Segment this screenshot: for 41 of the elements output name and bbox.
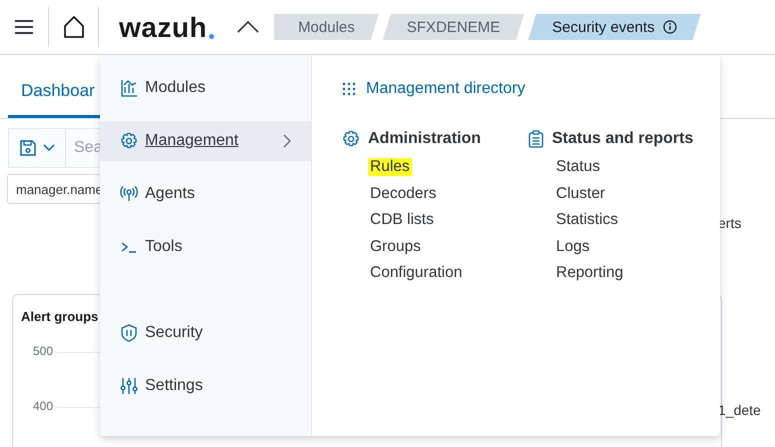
menu-link[interactable]: Logs (554, 238, 592, 256)
caret-up-icon[interactable] (237, 21, 260, 33)
grid-dots-icon (342, 82, 356, 96)
chevron-down-icon[interactable] (43, 144, 55, 152)
info-icon (662, 20, 677, 34)
menu-link[interactable]: Status (554, 158, 602, 176)
gear-icon (342, 130, 360, 148)
menu-item[interactable]: Agents (100, 174, 311, 214)
menu-item[interactable]: Management (100, 121, 311, 161)
menu-link[interactable]: Decoders (368, 184, 438, 203)
axis-tick-label: 400 (32, 399, 53, 413)
breadcrumb[interactable]: Modules (274, 14, 379, 40)
menu-link[interactable]: Reporting (554, 264, 626, 282)
menu-link[interactable]: Configuration (368, 264, 464, 282)
antenna-icon (120, 185, 138, 203)
menu-link[interactable]: Statistics (554, 211, 620, 230)
menu-link[interactable]: Rules (368, 158, 412, 176)
panel-title: Alert groups (21, 309, 100, 324)
clipboard-icon (528, 130, 544, 148)
menu-item[interactable]: Settings (100, 366, 311, 406)
menu-link[interactable]: Groups (368, 238, 423, 256)
chevron-right-icon (283, 134, 291, 148)
chart-icon (120, 79, 138, 97)
shield-icon (120, 324, 138, 342)
menu-item[interactable]: Tools (100, 227, 311, 267)
menu-link[interactable]: Cluster (554, 184, 608, 203)
section-title: Administration (368, 130, 481, 148)
breadcrumb[interactable]: Security events (528, 14, 701, 40)
breadcrumb[interactable]: SFXDENEME (382, 14, 524, 40)
menu-item[interactable]: Security (100, 313, 311, 353)
save-icon[interactable] (19, 139, 37, 157)
menu-link[interactable]: CDB lists (368, 211, 436, 230)
directory-link[interactable]: Management directory (342, 80, 526, 98)
logo[interactable]: wazuh (119, 11, 214, 43)
section-title: Status and reports (552, 130, 694, 148)
gear-icon (120, 132, 138, 150)
home-icon[interactable] (62, 15, 86, 39)
legend-label: 1_dete (718, 402, 761, 418)
axis-tick-label: 500 (32, 344, 53, 358)
menu-icon[interactable] (14, 19, 34, 35)
sliders-icon (120, 377, 138, 395)
